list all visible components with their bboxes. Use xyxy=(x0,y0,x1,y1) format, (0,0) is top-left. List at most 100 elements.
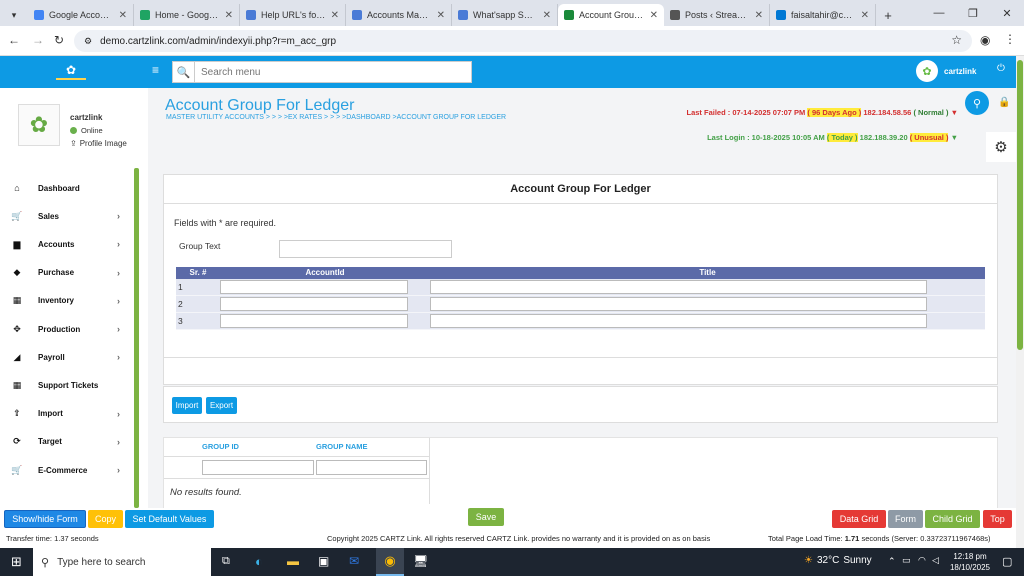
url-field[interactable]: ⚙ demo.cartzlink.com/admin/indexyii.php?… xyxy=(74,30,972,52)
tab-close-icon[interactable]: ✕ xyxy=(650,10,658,21)
forward-icon[interactable]: → xyxy=(32,33,44,47)
browser-tab[interactable]: Home - Google Drive ✕ xyxy=(134,4,240,26)
sidebar-item-import[interactable]: ⇪ Import › xyxy=(0,400,134,428)
browser-tab[interactable]: faisaltahir@cartzli ✕ xyxy=(770,4,876,26)
power-icon[interactable]: ⏻ xyxy=(997,63,1005,74)
sidebar-item-dashboard[interactable]: ⌂ Dashboard xyxy=(0,174,134,202)
brand-logo[interactable]: ✿ xyxy=(56,60,86,82)
show-hide-form-button[interactable]: Show/hide Form xyxy=(4,510,86,528)
restore-icon[interactable]: ❐ xyxy=(956,7,990,20)
tab-favicon-icon xyxy=(34,10,44,20)
new-tab-button[interactable]: + xyxy=(876,4,900,26)
title-input[interactable] xyxy=(430,280,927,294)
page-title: Account Group For Ledger xyxy=(165,97,355,114)
save-button[interactable]: Save xyxy=(468,508,504,526)
back-icon[interactable]: ← xyxy=(8,33,20,47)
windows-start-icon[interactable]: ⊞ xyxy=(11,554,22,570)
browser-tab[interactable]: Posts ‹ Streamline ✕ xyxy=(664,4,770,26)
filter-group-name-input[interactable] xyxy=(316,460,427,475)
account-id-input[interactable] xyxy=(220,280,408,294)
col-group-id[interactable]: GROUP ID xyxy=(202,442,239,451)
tab-close-icon[interactable]: ✕ xyxy=(755,10,763,21)
breadcrumb[interactable]: MASTER UTILITY ACCOUNTS > > > >EX RATES … xyxy=(166,114,506,121)
browser-tab[interactable]: Account Group For L ✕ xyxy=(558,4,664,26)
import-button[interactable]: Import xyxy=(172,397,202,414)
volume-icon[interactable]: ◁ xyxy=(932,555,939,566)
title-input[interactable] xyxy=(430,297,927,311)
tab-search-icon[interactable]: ▾ xyxy=(0,4,28,26)
weather-widget[interactable]: ☀ 32°C Sunny xyxy=(804,555,872,566)
title-input[interactable] xyxy=(430,314,927,328)
remote-desktop-icon[interactable]: 🖥 xyxy=(413,554,428,568)
chevron-right-icon: › xyxy=(117,295,120,306)
search-menu-input[interactable] xyxy=(195,63,471,81)
sidebar-item-production[interactable]: ✥ Production › xyxy=(0,315,134,343)
account-id-input[interactable] xyxy=(220,314,408,328)
col-group-name[interactable]: GROUP NAME xyxy=(316,442,368,451)
copy-button[interactable]: Copy xyxy=(88,510,123,528)
store-icon[interactable]: ▣ xyxy=(318,554,329,568)
network-icon[interactable]: ▭ xyxy=(902,555,911,566)
browser-tab[interactable]: Accounts Master Li ✕ xyxy=(346,4,452,26)
minimize-icon[interactable]: — xyxy=(922,7,956,19)
profile-image-link[interactable]: ⇪ Profile Image xyxy=(70,139,127,148)
browser-tab[interactable]: What'sapp Sales M ✕ xyxy=(452,4,558,26)
bookmark-star-icon[interactable]: ☆ xyxy=(951,33,962,47)
sidebar-item-support-tickets[interactable]: ▦ Support Tickets xyxy=(0,371,134,399)
tab-close-icon[interactable]: ✕ xyxy=(119,10,127,21)
sidebar-item-payroll[interactable]: ◢ Payroll › xyxy=(0,343,134,371)
wifi-icon[interactable]: ◠ xyxy=(918,555,926,566)
browser-tab[interactable]: Google Accounts ✕ xyxy=(28,4,134,26)
chrome-icon[interactable]: ◉ xyxy=(376,548,404,576)
search-circle-button[interactable]: ⚲ xyxy=(965,91,989,115)
form-title: Account Group For Ledger xyxy=(164,175,997,204)
sidebar-item-accounts[interactable]: ▆ Accounts › xyxy=(0,230,134,258)
tray-chevron-icon[interactable]: ⌃ xyxy=(888,556,896,567)
close-window-icon[interactable]: ✕ xyxy=(990,7,1024,20)
required-note: Fields with * are required. xyxy=(174,218,277,228)
export-button[interactable]: Export xyxy=(206,397,237,414)
set-default-values-button[interactable]: Set Default Values xyxy=(125,510,214,528)
user-menu[interactable]: ✿ cartzlink xyxy=(916,60,976,82)
form-button[interactable]: Form xyxy=(888,510,923,528)
tab-close-icon[interactable]: ✕ xyxy=(543,10,551,21)
sidebar-item-purchase[interactable]: ◆ Purchase › xyxy=(0,259,134,287)
edge-icon[interactable]: ◐ xyxy=(255,554,263,569)
child-grid-button[interactable]: Child Grid xyxy=(925,510,980,528)
notifications-icon[interactable]: ▢ xyxy=(1002,555,1012,568)
browser-menu-icon[interactable]: ⋮ xyxy=(1004,32,1016,46)
search-icon[interactable]: 🔍 xyxy=(173,62,195,82)
sidebar-scrollbar[interactable] xyxy=(134,168,139,508)
sidebar-item-e-commerce[interactable]: 🛒 E-Commerce › xyxy=(0,456,134,484)
file-explorer-icon[interactable]: ▬ xyxy=(287,554,299,568)
filter-group-id-input[interactable] xyxy=(202,460,314,475)
tab-close-icon[interactable]: ✕ xyxy=(331,10,339,21)
import-export-bar: Import Export xyxy=(163,386,998,423)
tab-close-icon[interactable]: ✕ xyxy=(437,10,445,21)
sidebar-item-target[interactable]: ⟳ Target › xyxy=(0,428,134,456)
taskbar-search-box[interactable]: ⚲ Type here to search xyxy=(33,548,211,576)
account-id-input[interactable] xyxy=(220,297,408,311)
tab-close-icon[interactable]: ✕ xyxy=(225,10,233,21)
page-scroll-thumb[interactable] xyxy=(1017,60,1023,350)
group-text-input[interactable] xyxy=(279,240,452,258)
task-view-icon[interactable]: ⧉ xyxy=(222,555,230,568)
table-row: 1 xyxy=(176,279,985,296)
browser-tab[interactable]: Help URL's for ERP ✕ xyxy=(240,4,346,26)
hamburger-menu-icon[interactable]: ≡ xyxy=(152,63,159,77)
tab-title: What'sapp Sales M xyxy=(473,10,538,20)
sidebar-item-inventory[interactable]: ▦ Inventory › xyxy=(0,287,134,315)
reload-icon[interactable]: ↻ xyxy=(54,33,64,47)
top-button[interactable]: Top xyxy=(983,510,1012,528)
settings-gear-button[interactable]: ⚙ xyxy=(986,132,1016,162)
tab-close-icon[interactable]: ✕ xyxy=(861,10,869,21)
lock-icon[interactable]: 🔒 xyxy=(998,97,1010,108)
ledger-col-header: AccountId xyxy=(305,268,345,277)
outlook-icon[interactable]: ✉ xyxy=(349,554,359,568)
site-info-icon[interactable]: ⚙ xyxy=(84,36,92,47)
data-grid-button[interactable]: Data Grid xyxy=(832,510,886,528)
page-scrollbar[interactable] xyxy=(1016,56,1024,548)
clock[interactable]: 12:18 pm 18/10/2025 xyxy=(948,551,992,573)
profile-icon[interactable]: ◉ xyxy=(980,33,990,47)
sidebar-item-sales[interactable]: 🛒 Sales › xyxy=(0,202,134,230)
